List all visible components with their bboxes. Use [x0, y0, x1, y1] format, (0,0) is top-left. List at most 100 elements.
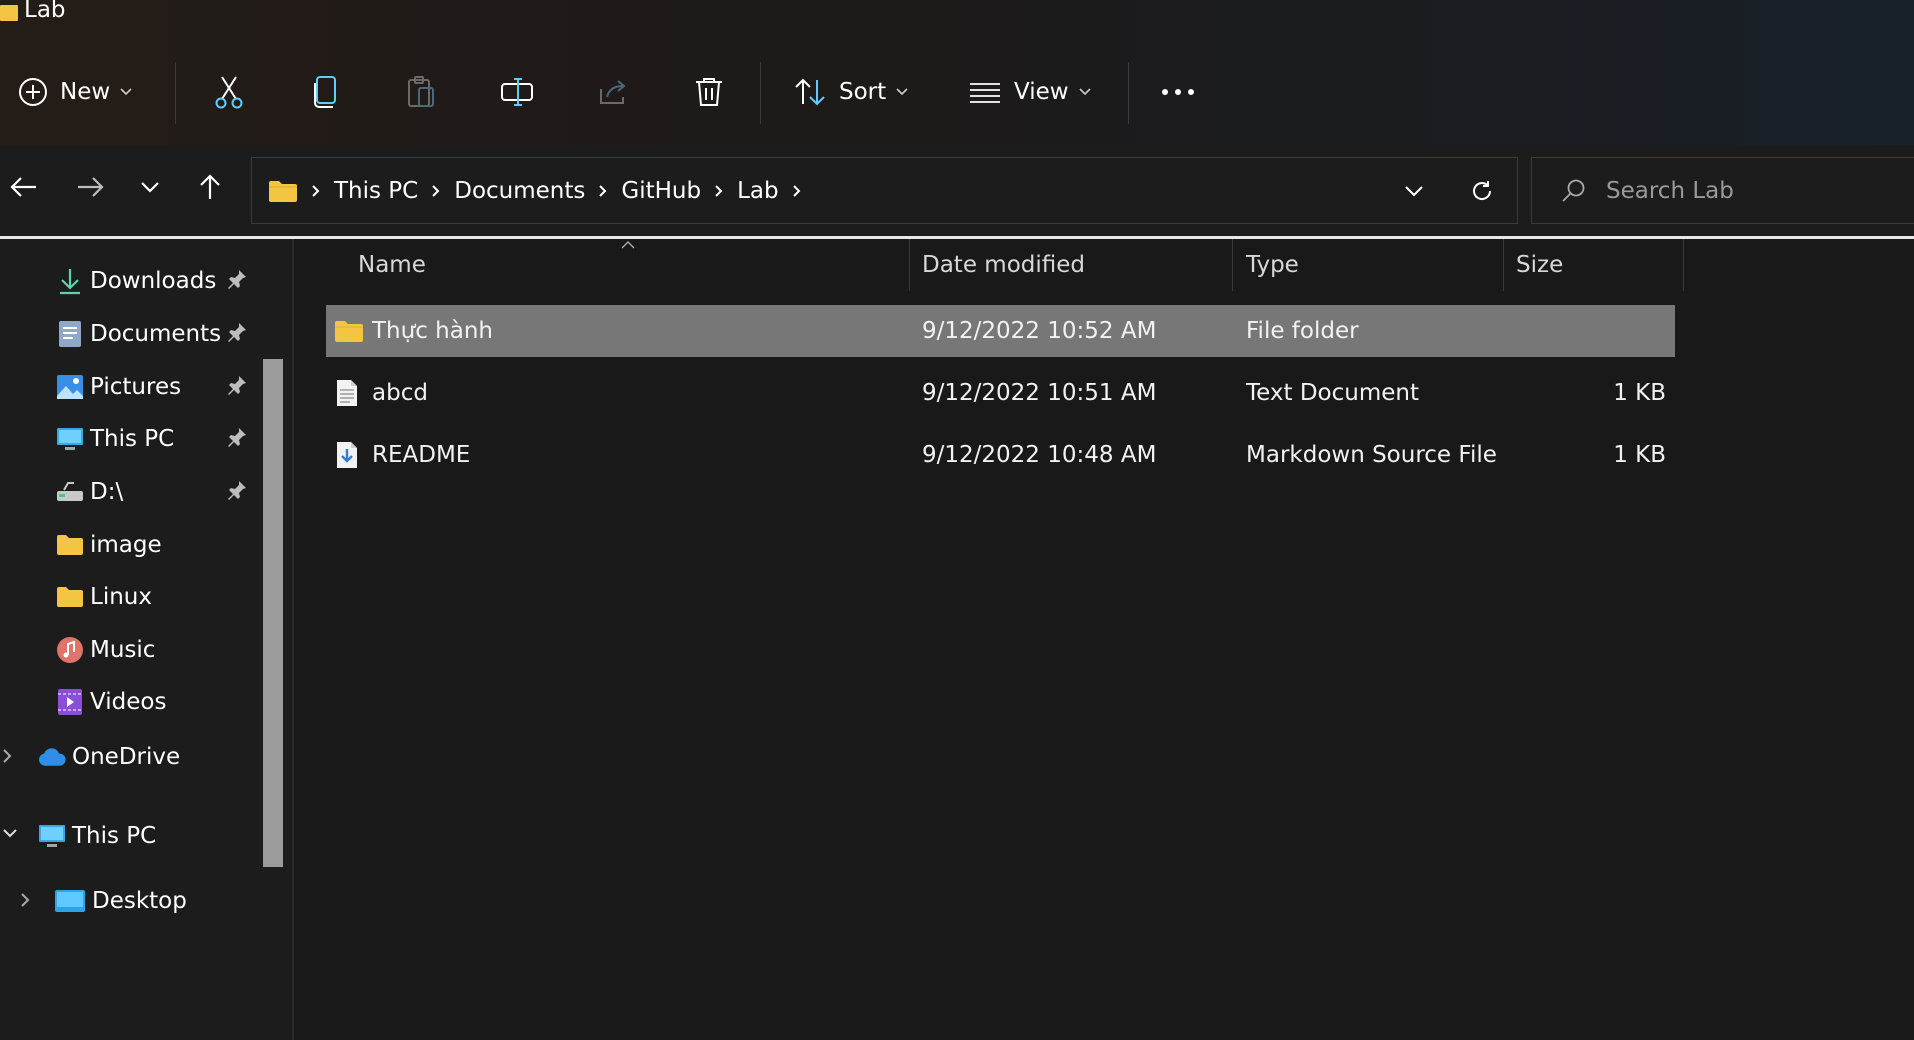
file-name: Thực hành [372, 318, 493, 344]
table-row[interactable]: Thực hành 9/12/2022 10:52 AM File folder [326, 305, 1675, 357]
folder-icon [268, 180, 298, 202]
documents-icon [56, 320, 84, 348]
more-options-button[interactable] [1156, 60, 1200, 124]
column-divider[interactable] [909, 239, 910, 291]
table-row[interactable]: README 9/12/2022 10:48 AM Markdown Sourc… [326, 429, 1675, 481]
file-type: File folder [1246, 318, 1359, 344]
cut-button[interactable] [206, 60, 252, 124]
sidebar-item-label: This PC [72, 823, 157, 849]
window-title-text: Lab [24, 0, 66, 23]
view-button[interactable]: View [968, 60, 1091, 124]
forward-button[interactable] [66, 159, 114, 215]
column-header-label: Date modified [922, 252, 1085, 278]
breadcrumb-this-pc[interactable]: This PC [334, 178, 418, 204]
arrow-right-icon [76, 176, 104, 198]
chevron-right-icon [715, 184, 723, 197]
new-label: New [60, 79, 111, 105]
sort-button[interactable]: Sort [793, 60, 908, 124]
sidebar-item-this-pc-quick[interactable]: This PC [56, 411, 174, 467]
text-file-icon [336, 367, 358, 419]
column-header-size[interactable]: Size [1516, 239, 1636, 291]
navigation-bar: This PC Documents GitHub Lab [0, 145, 1914, 235]
delete-button[interactable] [686, 60, 732, 124]
refresh-icon [1470, 179, 1494, 203]
column-header-label: Name [358, 252, 426, 278]
chevron-right-icon[interactable] [20, 892, 38, 908]
sidebar-item-label: Downloads [90, 268, 217, 294]
rename-icon [500, 76, 534, 108]
pin-icon[interactable] [226, 426, 248, 448]
sidebar-item-onedrive[interactable]: OneDrive [38, 729, 180, 785]
pin-icon[interactable] [226, 374, 248, 396]
pin-icon[interactable] [226, 321, 248, 343]
chevron-down-icon[interactable] [2, 828, 20, 838]
refresh-button[interactable] [1459, 179, 1505, 203]
sidebar-item-label: Documents [90, 321, 222, 347]
column-divider[interactable] [1683, 239, 1684, 291]
sort-icon [793, 77, 827, 107]
cut-icon [214, 75, 244, 109]
chevron-right-icon [792, 184, 801, 197]
sidebar-item-label: OneDrive [72, 744, 181, 770]
copy-button[interactable] [302, 60, 348, 124]
column-header-name[interactable]: Name [358, 239, 738, 291]
search-box[interactable] [1531, 157, 1914, 224]
sidebar-item-desktop[interactable]: Desktop [54, 873, 187, 929]
sidebar-item-documents[interactable]: Documents [56, 306, 221, 362]
new-button[interactable]: New [18, 60, 132, 124]
drive-icon [56, 478, 84, 506]
sidebar-scrollbar[interactable] [263, 359, 283, 867]
breadcrumb-github[interactable]: GitHub [621, 178, 701, 204]
share-button[interactable] [590, 60, 636, 124]
back-button[interactable] [0, 159, 48, 215]
column-divider[interactable] [1232, 239, 1233, 291]
file-type: Markdown Source File [1246, 442, 1497, 468]
sidebar-item-pictures[interactable]: Pictures [56, 359, 181, 415]
search-input[interactable] [1604, 176, 1908, 205]
column-divider[interactable] [1503, 239, 1504, 291]
rename-button[interactable] [494, 60, 540, 124]
pin-icon[interactable] [226, 268, 248, 290]
sidebar-item-linux[interactable]: Linux [56, 569, 152, 625]
chevron-right-icon[interactable] [2, 748, 20, 764]
copy-icon [311, 75, 339, 109]
pin-icon[interactable] [226, 479, 248, 501]
command-bar: New Sort View [0, 60, 1914, 124]
file-size: 1 KB [1613, 442, 1666, 468]
file-name: abcd [372, 380, 428, 406]
recent-locations-button[interactable] [126, 159, 174, 215]
sidebar-item-videos[interactable]: Videos [56, 674, 166, 730]
column-header-date[interactable]: Date modified [922, 239, 1222, 291]
sidebar-item-music[interactable]: Music [56, 622, 155, 678]
sidebar-item-drive-d[interactable]: D:\ [56, 464, 123, 520]
sidebar-item-image[interactable]: image [56, 517, 162, 573]
sidebar-item-label: D:\ [90, 479, 124, 505]
sidebar-item-this-pc[interactable]: This PC [38, 808, 156, 864]
breadcrumb-lab[interactable]: Lab [737, 178, 779, 204]
chevron-down-icon [1404, 185, 1424, 197]
chevron-right-icon [312, 184, 320, 197]
sidebar-item-label: Linux [90, 584, 152, 610]
file-size: 1 KB [1613, 380, 1666, 406]
column-header-label: Type [1246, 252, 1299, 278]
view-icon [968, 81, 1002, 103]
music-icon [56, 636, 84, 664]
breadcrumb-documents[interactable]: Documents [454, 178, 585, 204]
folder-icon [334, 305, 364, 357]
download-icon [56, 267, 84, 295]
up-button[interactable] [186, 159, 234, 215]
toolbar-separator [175, 62, 176, 124]
arrow-left-icon [10, 176, 38, 198]
search-icon [1560, 178, 1586, 204]
paste-button[interactable] [398, 60, 444, 124]
sidebar-item-downloads[interactable]: Downloads [56, 253, 216, 309]
table-row[interactable]: abcd 9/12/2022 10:51 AM Text Document 1 … [326, 367, 1675, 419]
chevron-down-icon [140, 181, 160, 193]
view-label: View [1014, 79, 1069, 105]
column-header-type[interactable]: Type [1246, 239, 1496, 291]
address-bar[interactable]: This PC Documents GitHub Lab [251, 157, 1518, 224]
file-list: Name Date modified Type Size Thực hành 9… [294, 239, 1914, 1040]
address-history-button[interactable] [1391, 185, 1437, 197]
column-header-label: Size [1516, 252, 1564, 278]
desktop-icon [54, 887, 86, 915]
